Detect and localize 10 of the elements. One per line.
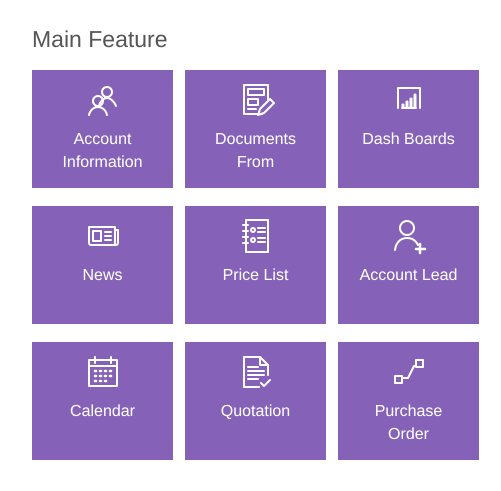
- feature-tile[interactable]: Quotation: [185, 342, 326, 460]
- feature-tile[interactable]: Account Information: [32, 70, 173, 188]
- feature-tile[interactable]: Account Lead: [338, 206, 479, 324]
- feature-tile[interactable]: Calendar: [32, 342, 173, 460]
- feature-tile[interactable]: Purchase Order: [338, 342, 479, 460]
- feature-tile[interactable]: Documents From: [185, 70, 326, 188]
- feature-tile[interactable]: Price List: [185, 206, 326, 324]
- section-title: Main Feature: [32, 26, 168, 54]
- feature-tile[interactable]: Dash Boards: [338, 70, 479, 188]
- feature-tile[interactable]: News: [32, 206, 173, 324]
